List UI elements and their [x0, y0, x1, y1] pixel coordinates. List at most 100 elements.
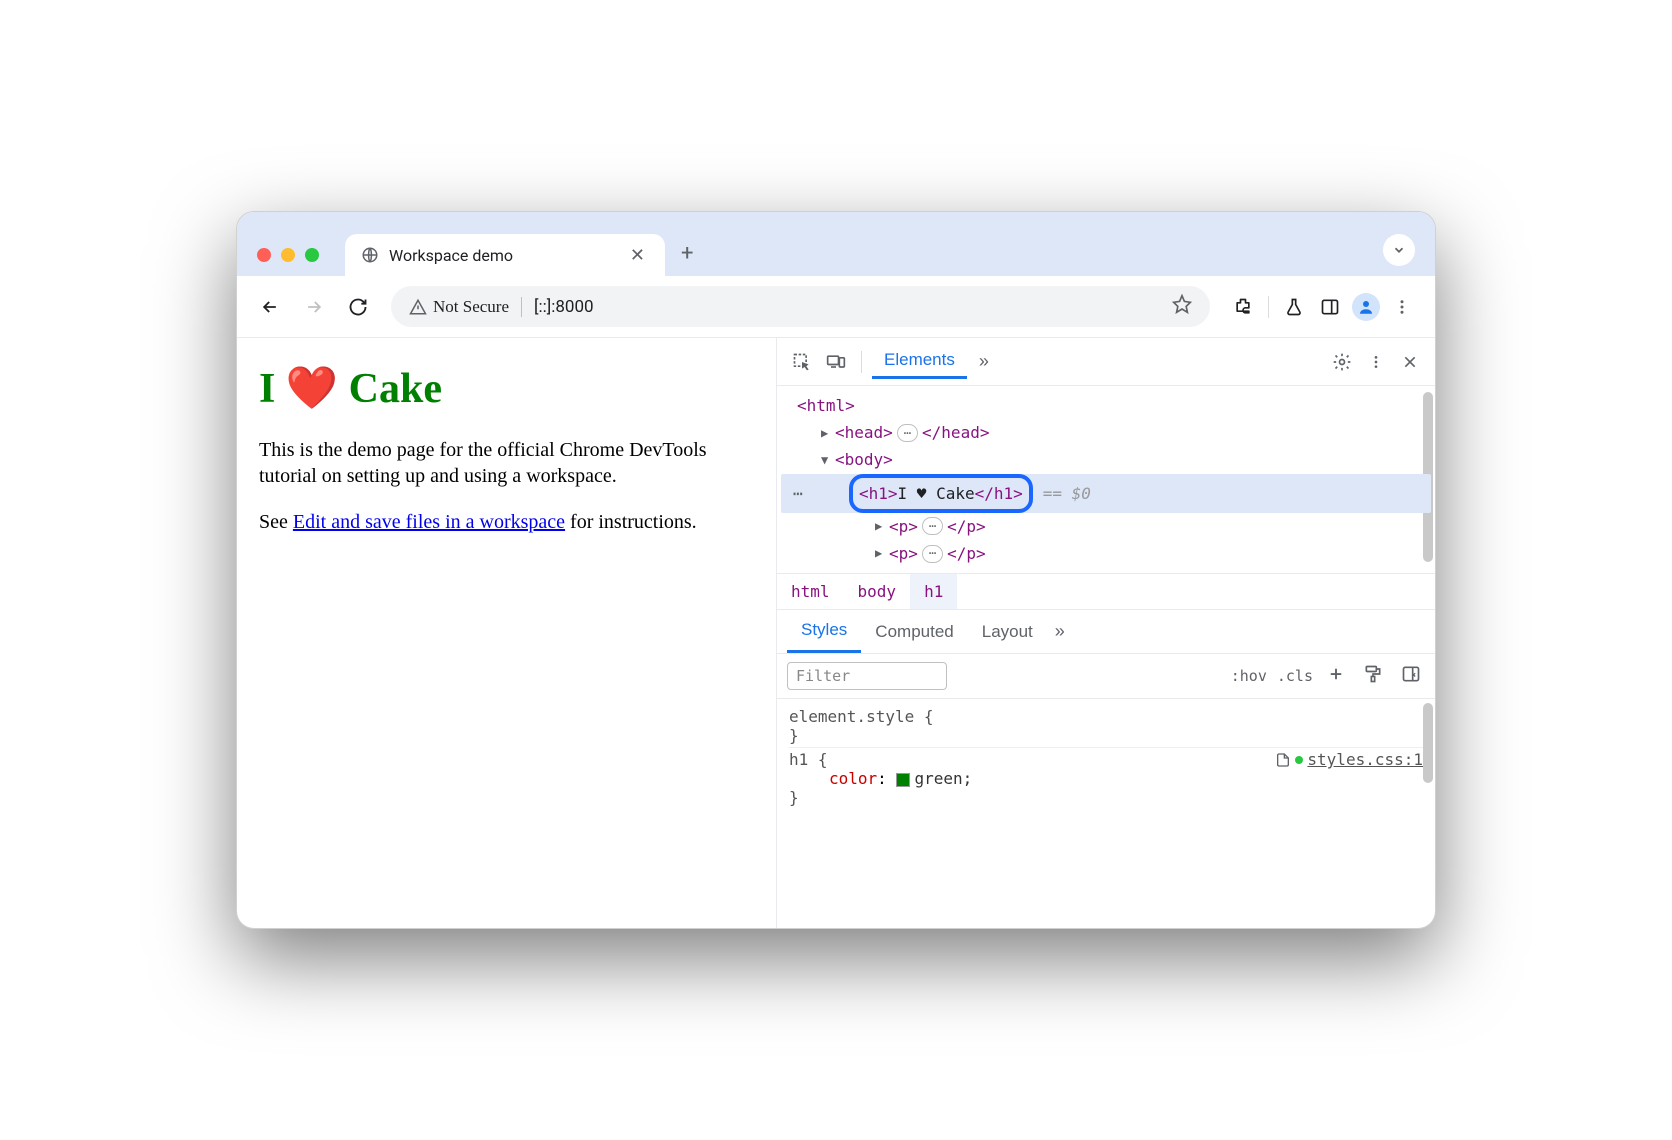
tab-search-button[interactable]	[1383, 234, 1415, 266]
close-window-button[interactable]	[257, 248, 271, 262]
new-style-rule-button[interactable]	[1323, 665, 1349, 687]
browser-tab[interactable]: Workspace demo ✕	[345, 234, 665, 276]
bookmark-button[interactable]	[1172, 294, 1192, 319]
p2-suffix: for instructions.	[565, 511, 697, 533]
page-heading: I ❤️ Cake	[259, 364, 754, 413]
selection-highlight: <h1>I ♥ Cake</h1>	[849, 474, 1033, 513]
forward-button[interactable]	[297, 290, 331, 324]
dom-tree[interactable]: <html> ▶ <head> ⋯ </head> ▼ <body> ⋯ <h1…	[777, 386, 1435, 573]
close-tab-button[interactable]: ✕	[626, 245, 649, 266]
expand-icon[interactable]: ▶	[875, 543, 887, 563]
tab-strip: Workspace demo ✕ +	[237, 212, 1435, 276]
dom-node-head[interactable]: ▶ <head> ⋯ </head>	[781, 419, 1431, 446]
dom-node-h1-selected[interactable]: ⋯ <h1>I ♥ Cake</h1> == $0	[781, 474, 1431, 513]
rule-close: }	[789, 726, 1423, 745]
expand-icon[interactable]: ▶	[821, 423, 833, 443]
breadcrumb-h1[interactable]: h1	[910, 574, 957, 609]
tag-text: <head>	[835, 419, 893, 446]
cls-button[interactable]: .cls	[1277, 667, 1313, 685]
side-panel-button[interactable]	[1313, 290, 1347, 324]
devtools-panel: Elements » <html>	[777, 338, 1435, 928]
property-name[interactable]: color	[829, 769, 877, 788]
heading-text-prefix: I	[259, 366, 286, 412]
styles-tabbar: Styles Computed Layout »	[777, 610, 1435, 654]
browser-window: Workspace demo ✕ + Not Secure [::]:8000	[236, 211, 1436, 929]
computed-styles-toggle-button[interactable]	[1397, 664, 1425, 688]
styles-filter-input[interactable]: Filter	[787, 662, 947, 690]
dom-node-html[interactable]: <html>	[781, 392, 1431, 419]
console-reference: == $0	[1043, 480, 1091, 507]
h1-style-rule[interactable]: styles.css:1 h1 { color: green; }	[789, 748, 1423, 809]
scrollbar[interactable]	[1423, 703, 1433, 783]
tag-text: </p>	[947, 540, 986, 567]
breadcrumb-html[interactable]: html	[777, 574, 844, 609]
browser-toolbar: Not Secure [::]:8000	[237, 276, 1435, 338]
address-bar[interactable]: Not Secure [::]:8000	[391, 286, 1210, 327]
expand-icon[interactable]: ▶	[875, 516, 887, 536]
close-devtools-button[interactable]	[1395, 348, 1425, 376]
source-text: styles.css:1	[1307, 750, 1423, 769]
styles-toolbar: Filter :hov .cls	[777, 654, 1435, 699]
layout-tab[interactable]: Layout	[968, 612, 1047, 652]
tutorial-link[interactable]: Edit and save files in a workspace	[293, 511, 565, 533]
hov-button[interactable]: :hov	[1231, 667, 1267, 685]
dom-node-body[interactable]: ▼ <body>	[781, 446, 1431, 473]
more-tabs-button[interactable]: »	[971, 351, 997, 372]
heart-icon: ❤️	[286, 366, 338, 412]
page-paragraph-2: See Edit and save files in a workspace f…	[259, 509, 754, 535]
security-label: Not Secure	[433, 297, 509, 317]
styles-rules[interactable]: element.style { } styles.css:1 h1 { colo…	[777, 699, 1435, 815]
warning-icon	[409, 298, 427, 316]
avatar-icon	[1352, 293, 1380, 321]
more-styles-tabs-button[interactable]: »	[1047, 621, 1073, 642]
profile-button[interactable]	[1349, 290, 1383, 324]
heading-text-suffix: Cake	[338, 366, 442, 412]
collapse-icon[interactable]: ▼	[821, 450, 833, 470]
tag-text: <html>	[797, 392, 855, 419]
paint-format-button[interactable]	[1359, 664, 1387, 688]
content-area: I ❤️ Cake This is the demo page for the …	[237, 338, 1435, 928]
tag-text: </p>	[947, 513, 986, 540]
dom-node-p2[interactable]: ▶ <p> ⋯ </p>	[781, 540, 1431, 567]
window-controls	[257, 248, 345, 276]
file-icon	[1275, 752, 1291, 768]
breadcrumb-body[interactable]: body	[844, 574, 911, 609]
security-indicator[interactable]: Not Secure	[409, 297, 509, 317]
tag-text: <body>	[835, 446, 893, 473]
labs-button[interactable]	[1277, 290, 1311, 324]
page-viewport: I ❤️ Cake This is the demo page for the …	[237, 338, 777, 928]
element-style-rule[interactable]: element.style { }	[789, 705, 1423, 748]
globe-icon	[361, 246, 379, 264]
maximize-window-button[interactable]	[305, 248, 319, 262]
row-actions-icon[interactable]: ⋯	[789, 478, 807, 509]
elements-tab[interactable]: Elements	[872, 344, 967, 379]
dom-node-p1[interactable]: ▶ <p> ⋯ </p>	[781, 513, 1431, 540]
page-paragraph-1: This is the demo page for the official C…	[259, 437, 754, 489]
rule-selector: element.style {	[789, 707, 934, 726]
devtools-menu-button[interactable]	[1361, 348, 1391, 376]
source-link[interactable]: styles.css:1	[1275, 750, 1423, 769]
computed-tab[interactable]: Computed	[861, 612, 967, 652]
inspect-element-button[interactable]	[787, 348, 817, 376]
color-swatch-icon[interactable]	[896, 773, 910, 787]
new-tab-button[interactable]: +	[665, 241, 709, 276]
property-value[interactable]: green;	[914, 769, 972, 788]
ellipsis-icon[interactable]: ⋯	[922, 517, 943, 535]
p2-prefix: See	[259, 511, 293, 533]
settings-button[interactable]	[1327, 348, 1357, 376]
ellipsis-icon[interactable]: ⋯	[897, 424, 918, 442]
menu-button[interactable]	[1385, 290, 1419, 324]
tab-title: Workspace demo	[389, 246, 513, 265]
devtools-toolbar: Elements »	[777, 338, 1435, 386]
extensions-button[interactable]	[1226, 290, 1260, 324]
rule-close: }	[789, 788, 1423, 807]
minimize-window-button[interactable]	[281, 248, 295, 262]
back-button[interactable]	[253, 290, 287, 324]
ellipsis-icon[interactable]: ⋯	[922, 545, 943, 563]
device-toolbar-button[interactable]	[821, 348, 851, 376]
dom-breadcrumb: html body h1	[777, 573, 1435, 610]
url-text: [::]:8000	[534, 297, 594, 317]
rule-selector: h1 {	[789, 750, 828, 769]
styles-tab[interactable]: Styles	[787, 610, 861, 653]
reload-button[interactable]	[341, 290, 375, 324]
